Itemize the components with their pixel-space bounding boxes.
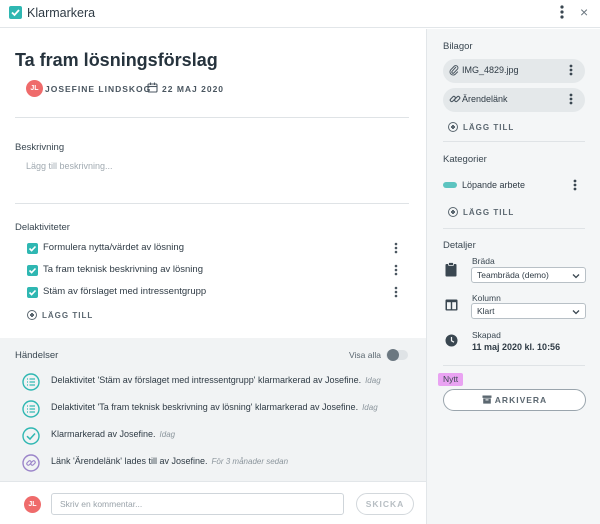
comment-bar: JL Skriv en kommentar... SKICKA: [0, 481, 426, 524]
author-name: JOSEFINE LINDSKOG: [45, 84, 152, 94]
subtask-label: Formulera nytta/värdet av lösning: [43, 242, 184, 253]
header-title[interactable]: Klarmarkera: [27, 6, 95, 20]
calendar-icon: [147, 82, 158, 96]
subtask-row[interactable]: Ta fram teknisk beskrivning av lösning: [27, 264, 407, 280]
subtasks-label: Delaktiviteter: [15, 222, 70, 233]
subtask-row[interactable]: Formulera nytta/värdet av lösning: [27, 242, 407, 258]
board-select[interactable]: Teambräda (demo): [471, 267, 586, 283]
subtask-checkbox[interactable]: [27, 243, 38, 254]
send-button[interactable]: SKICKA: [356, 493, 414, 515]
category-label[interactable]: Löpande arbete: [462, 180, 525, 190]
more-options-icon[interactable]: [568, 62, 574, 81]
description-input[interactable]: Lägg till beskrivning...: [26, 161, 113, 171]
chevron-down-icon: [572, 271, 580, 281]
archive-icon: [482, 395, 492, 404]
add-attachment-button[interactable]: LÄGG TILL: [448, 122, 514, 132]
chevron-down-icon: [572, 307, 580, 317]
task-date: 22 MAJ 2020: [162, 84, 225, 94]
link-icon: [449, 93, 461, 108]
add-circle-icon: [27, 310, 37, 320]
event-time: Idag: [362, 403, 378, 412]
add-category-button[interactable]: LÄGG TILL: [448, 207, 514, 217]
event-item: Delaktivitet 'Stäm av förslaget med intr…: [22, 373, 422, 391]
event-text: Klarmarkerad av Josefine.: [51, 429, 156, 439]
subtask-checkbox[interactable]: [27, 287, 38, 298]
event-item: Länk 'Ärendelänk' lades till av Josefine…: [22, 454, 422, 472]
divider: [15, 203, 409, 204]
add-circle-icon: [448, 207, 458, 217]
more-options-icon[interactable]: [568, 91, 574, 110]
close-icon[interactable]: ×: [580, 5, 588, 19]
clipboard-icon: [445, 262, 457, 280]
event-time: Idag: [365, 376, 381, 385]
category-color: [443, 182, 457, 188]
comment-input[interactable]: Skriv en kommentar...: [51, 493, 344, 515]
divider: [443, 141, 585, 142]
toggle-knob: [387, 349, 399, 361]
task-title[interactable]: Ta fram lösningsförslag: [15, 50, 218, 71]
board-value: Teambräda (demo): [477, 270, 549, 280]
categories-label: Kategorier: [443, 154, 487, 165]
avatar: JL: [24, 496, 41, 513]
add-subtask-label: LÄGG TILL: [42, 311, 94, 320]
event-time: Idag: [159, 430, 176, 439]
event-item: Klarmarkerad av Josefine. Idag: [22, 427, 422, 445]
checkbox-icon[interactable]: [9, 6, 22, 19]
link-icon: [22, 454, 40, 475]
more-options-icon[interactable]: [555, 3, 569, 21]
add-category-label: LÄGG TILL: [463, 208, 515, 217]
event-text: Länk 'Ärendelänk' lades till av Josefine…: [51, 456, 208, 466]
created-value: 11 maj 2020 kl. 10:56: [472, 342, 561, 352]
attachments-label: Bilagor: [443, 41, 473, 52]
column-label: Kolumn: [472, 293, 501, 303]
attachment-item[interactable]: Ärendelänk: [443, 88, 585, 112]
event-item: Delaktivitet 'Ta fram teknisk beskrivnin…: [22, 400, 422, 418]
attachment-label: IMG_4829.jpg: [462, 65, 519, 75]
top-bar: Klarmarkera ×: [0, 0, 600, 28]
divider: [443, 365, 585, 366]
board-label: Bräda: [472, 256, 495, 266]
paperclip-icon: [449, 64, 459, 79]
attachment-label: Ärendelänk: [462, 94, 508, 104]
more-options-icon[interactable]: [572, 177, 578, 196]
add-attachment-label: LÄGG TILL: [463, 123, 515, 132]
archive-button[interactable]: ARKIVERA: [443, 389, 586, 411]
description-label: Beskrivning: [15, 142, 65, 153]
clock-icon: [445, 334, 458, 350]
avatar: JL: [26, 80, 43, 97]
more-options-icon[interactable]: [393, 241, 399, 258]
created-label: Skapad: [472, 330, 501, 340]
event-text: Delaktivitet 'Stäm av förslaget med intr…: [51, 375, 362, 385]
subtask-label: Stäm av förslaget med intressentgrupp: [43, 286, 207, 297]
checklist-icon: [22, 373, 40, 394]
column-value: Klart: [477, 306, 495, 316]
divider: [443, 228, 585, 229]
attachment-item[interactable]: IMG_4829.jpg: [443, 59, 585, 83]
checklist-icon: [22, 400, 40, 421]
show-all-label: Visa alla: [349, 350, 381, 360]
more-options-icon[interactable]: [393, 285, 399, 302]
subtask-label: Ta fram teknisk beskrivning av lösning: [43, 264, 203, 275]
divider: [15, 117, 409, 118]
events-label: Händelser: [15, 350, 59, 361]
event-time: För 3 månader sedan: [211, 457, 289, 466]
show-all-toggle[interactable]: [386, 349, 408, 361]
subtask-row[interactable]: Stäm av förslaget med intressentgrupp: [27, 286, 407, 302]
subtask-checkbox[interactable]: [27, 265, 38, 276]
columns-icon: [445, 299, 458, 314]
add-subtask-button[interactable]: LÄGG TILL: [27, 310, 93, 320]
main-panel: Ta fram lösningsförslag JL JOSEFINE LIND…: [0, 29, 426, 524]
archive-label: ARKIVERA: [494, 395, 548, 405]
more-options-icon[interactable]: [393, 263, 399, 280]
check-circle-icon: [22, 427, 40, 448]
column-select[interactable]: Klart: [471, 303, 586, 319]
side-panel: Bilagor IMG_4829.jpg Ärendelänk LÄGG TIL…: [426, 29, 600, 524]
event-text: Delaktivitet 'Ta fram teknisk beskrivnin…: [51, 402, 359, 412]
add-circle-icon: [448, 122, 458, 132]
details-label: Detaljer: [443, 240, 476, 251]
new-tooltip: Nytt: [438, 373, 464, 386]
